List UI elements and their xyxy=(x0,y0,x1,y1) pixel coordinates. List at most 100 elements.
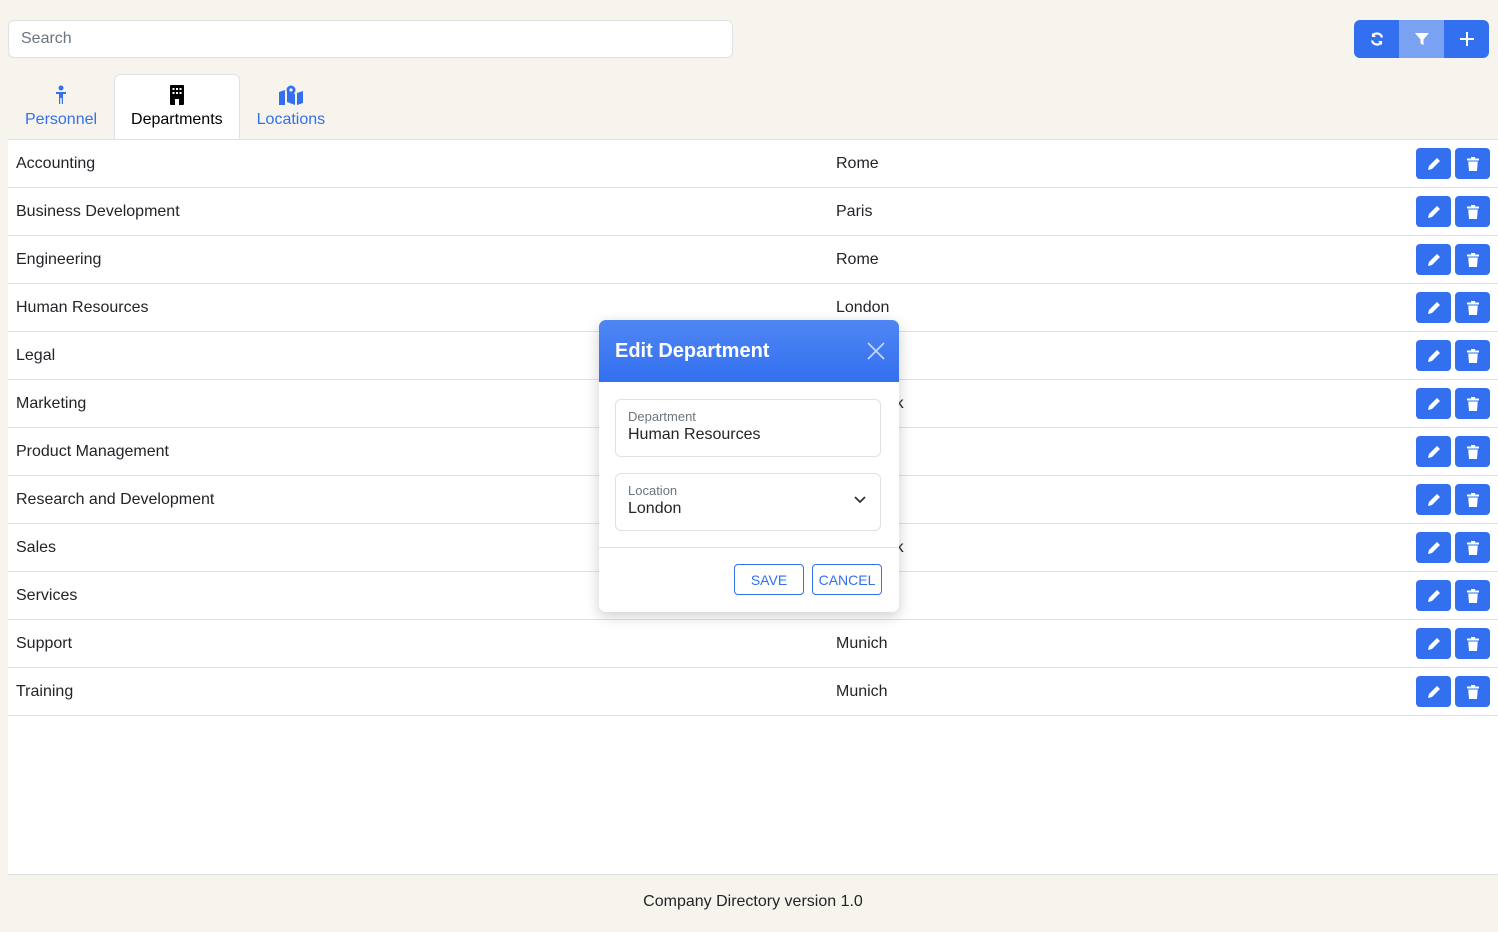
map-location-icon xyxy=(278,85,303,105)
department-name: Product Management xyxy=(16,443,169,460)
pencil-icon xyxy=(1427,301,1440,314)
department-name: Support xyxy=(16,635,73,652)
edit-button[interactable] xyxy=(1416,580,1451,611)
delete-button[interactable] xyxy=(1455,292,1490,323)
location-value: London xyxy=(628,500,682,517)
pencil-icon xyxy=(1427,589,1440,602)
department-location: Rome xyxy=(836,251,879,268)
table-row: Support Munich xyxy=(8,620,1498,668)
edit-button[interactable] xyxy=(1416,484,1451,515)
location-label: Location xyxy=(628,483,678,498)
tab-personnel[interactable]: Personnel xyxy=(8,74,114,140)
edit-button[interactable] xyxy=(1416,148,1451,179)
building-icon xyxy=(169,85,184,105)
tab-label: Departments xyxy=(131,111,223,128)
cancel-button[interactable]: CANCEL xyxy=(812,564,882,595)
search-input[interactable] xyxy=(8,20,733,58)
trash-icon xyxy=(1466,492,1479,507)
trash-icon xyxy=(1466,636,1479,651)
edit-button[interactable] xyxy=(1416,196,1451,227)
add-button[interactable] xyxy=(1444,20,1489,58)
department-name: Research and Development xyxy=(16,491,215,508)
location-select[interactable]: Location London xyxy=(615,473,881,531)
delete-button[interactable] xyxy=(1455,388,1490,419)
department-name: Accounting xyxy=(16,155,96,172)
delete-button[interactable] xyxy=(1455,580,1490,611)
delete-button[interactable] xyxy=(1455,148,1490,179)
close-icon[interactable] xyxy=(867,342,885,360)
edit-button[interactable] xyxy=(1416,676,1451,707)
department-field[interactable]: Department Human Resources xyxy=(615,399,881,457)
department-name: Sales xyxy=(16,539,57,556)
delete-button[interactable] xyxy=(1455,676,1490,707)
department-label: Department xyxy=(628,409,696,424)
delete-button[interactable] xyxy=(1455,484,1490,515)
modal-footer-divider xyxy=(599,547,899,548)
save-button[interactable]: SAVE xyxy=(734,564,804,595)
department-location: Munich xyxy=(836,635,888,652)
table-row: Business Development Paris xyxy=(8,188,1498,236)
department-location: Munich xyxy=(836,683,888,700)
delete-button[interactable] xyxy=(1455,244,1490,275)
table-row: Accounting Rome xyxy=(8,140,1498,188)
edit-button[interactable] xyxy=(1416,340,1451,371)
tab-label: Locations xyxy=(256,111,326,128)
person-icon xyxy=(56,85,67,104)
tab-departments[interactable]: Departments xyxy=(114,74,240,140)
edit-button[interactable] xyxy=(1416,388,1451,419)
trash-icon xyxy=(1466,396,1479,411)
trash-icon xyxy=(1466,204,1479,219)
delete-button[interactable] xyxy=(1455,340,1490,371)
department-name: Services xyxy=(16,587,78,604)
modal-title: Edit Department xyxy=(615,339,770,362)
department-name: Business Development xyxy=(16,203,180,220)
chevron-down-icon xyxy=(854,496,866,504)
tab-label: Personnel xyxy=(25,111,98,128)
toolbar xyxy=(1354,20,1489,58)
edit-button[interactable] xyxy=(1416,292,1451,323)
pencil-icon xyxy=(1427,205,1440,218)
delete-button[interactable] xyxy=(1455,532,1490,563)
department-name: Engineering xyxy=(16,251,102,268)
pencil-icon xyxy=(1427,157,1440,170)
trash-icon xyxy=(1466,444,1479,459)
table-row: Engineering Rome xyxy=(8,236,1498,284)
pencil-icon xyxy=(1427,637,1440,650)
pencil-icon xyxy=(1427,685,1440,698)
trash-icon xyxy=(1466,684,1479,699)
refresh-icon xyxy=(1370,32,1383,46)
trash-icon xyxy=(1466,588,1479,603)
pencil-icon xyxy=(1427,445,1440,458)
edit-button[interactable] xyxy=(1416,628,1451,659)
delete-button[interactable] xyxy=(1455,628,1490,659)
pencil-icon xyxy=(1427,253,1440,266)
department-name: Human Resources xyxy=(16,299,149,316)
plus-icon xyxy=(1459,32,1474,46)
pencil-icon xyxy=(1427,541,1440,554)
pencil-icon xyxy=(1427,397,1440,410)
department-location: Paris xyxy=(836,203,873,220)
modal-header: Edit Department xyxy=(599,320,899,382)
delete-button[interactable] xyxy=(1455,196,1490,227)
department-value: Human Resources xyxy=(628,426,761,443)
table-row: Training Munich xyxy=(8,668,1498,716)
edit-button[interactable] xyxy=(1416,436,1451,467)
trash-icon xyxy=(1466,348,1479,363)
pencil-icon xyxy=(1427,349,1440,362)
edit-button[interactable] xyxy=(1416,244,1451,275)
trash-icon xyxy=(1466,300,1479,315)
department-name: Training xyxy=(16,683,74,700)
department-name: Marketing xyxy=(16,395,87,412)
department-location: London xyxy=(836,299,890,316)
filter-button[interactable] xyxy=(1399,20,1444,58)
trash-icon xyxy=(1466,156,1479,171)
pencil-icon xyxy=(1427,493,1440,506)
delete-button[interactable] xyxy=(1455,436,1490,467)
tab-locations[interactable]: Locations xyxy=(240,74,343,140)
refresh-button[interactable] xyxy=(1354,20,1399,58)
edit-button[interactable] xyxy=(1416,532,1451,563)
edit-department-modal: Edit Department Department Human Resourc… xyxy=(599,320,899,612)
tab-bar: Personnel Departments Locations xyxy=(8,74,342,140)
department-name: Legal xyxy=(16,347,56,364)
trash-icon xyxy=(1466,252,1479,267)
